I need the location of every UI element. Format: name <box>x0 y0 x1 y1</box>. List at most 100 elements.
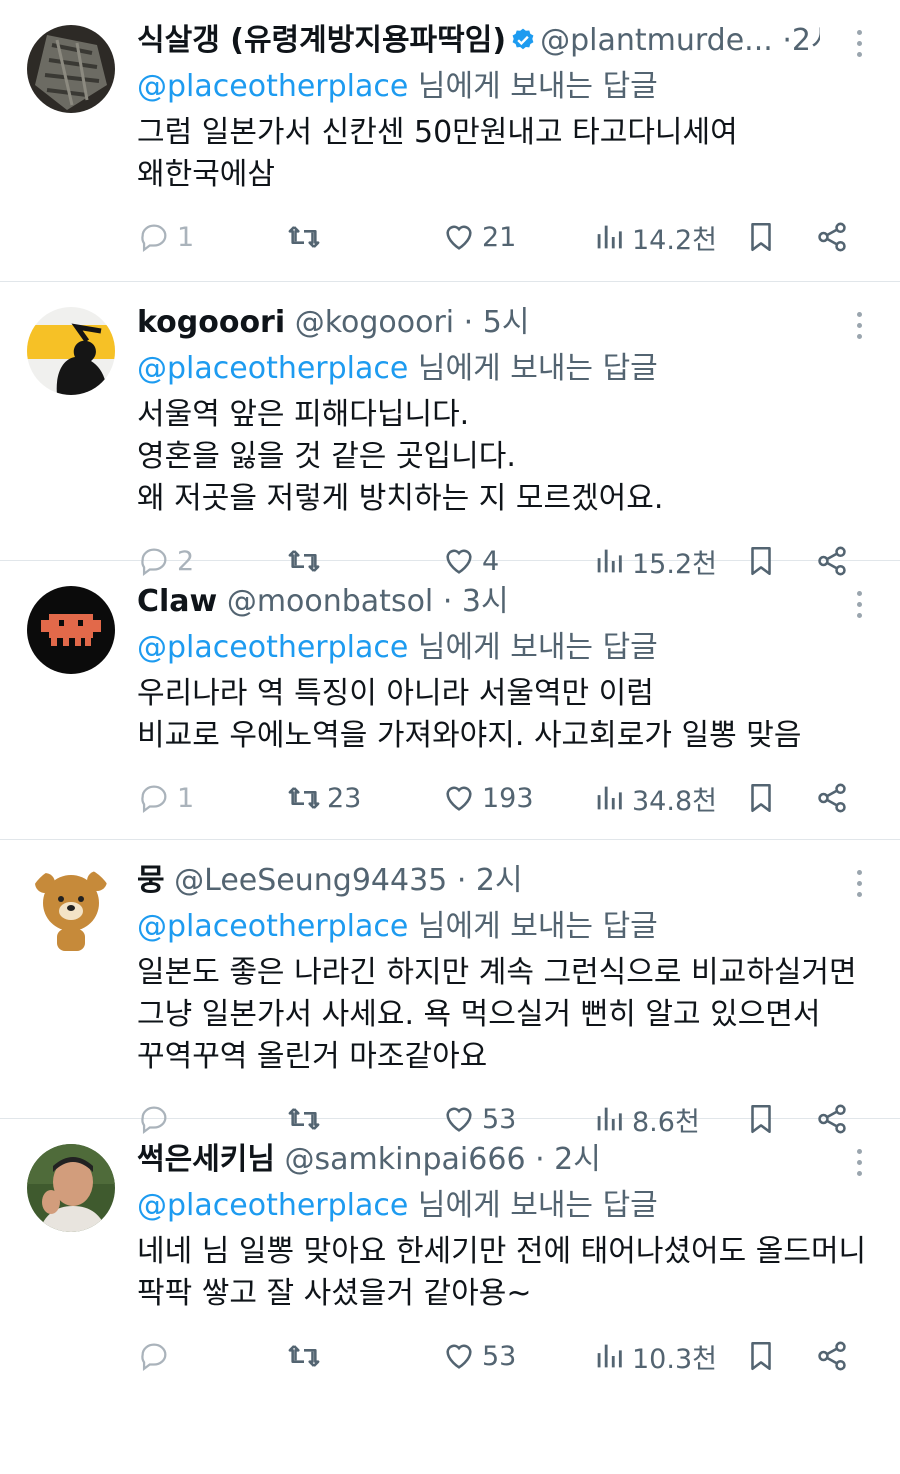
retweet-button[interactable] <box>287 1334 327 1378</box>
replying-to-label: 님에게 보내는 답글 <box>408 69 658 104</box>
like-button[interactable]: 193 <box>442 776 534 820</box>
display-name[interactable]: 식살갱 (유령계방지용파딱임) <box>137 23 506 58</box>
avatar[interactable] <box>27 586 115 674</box>
bookmark-icon <box>751 222 771 252</box>
user-handle[interactable]: @LeeSeung94435 <box>174 863 447 898</box>
avatar[interactable] <box>27 865 115 953</box>
tweet[interactable]: Claw @moonbatsol · 3시 @placeotherplace 님… <box>0 561 900 840</box>
view-count: 34.8천 <box>632 785 717 817</box>
timestamp[interactable]: 5시 <box>483 305 530 340</box>
heart-icon <box>446 1344 472 1369</box>
retweet-button[interactable]: 23 <box>287 776 361 820</box>
views-button[interactable]: 10.3천 <box>592 1334 717 1378</box>
tweet-header: 식살갱 (유령계방지용파딱임) @plantmurde... ·2시 <box>137 20 820 62</box>
bookmark-button[interactable] <box>744 1334 778 1378</box>
retweet-button[interactable] <box>287 215 327 259</box>
avatar[interactable] <box>27 25 115 113</box>
pixel-crab-avatar-icon <box>27 586 115 674</box>
user-handle[interactable]: @kogooori <box>295 305 454 340</box>
user-handle[interactable]: @plantmurde... <box>540 23 773 58</box>
tweet-text-line: 그럼 일본가서 신칸센 50만원내고 타고다니세여 <box>137 115 738 150</box>
heart-icon <box>446 225 472 250</box>
tweet[interactable]: 썩은세키님 @samkinpai666 · 2시 @placeotherplac… <box>0 1119 900 1398</box>
mention-link[interactable]: @placeotherplace <box>137 909 408 944</box>
retweet-icon <box>288 226 320 248</box>
separator-dot: · <box>463 305 474 340</box>
timestamp[interactable]: 2시 <box>792 23 820 58</box>
reply-button[interactable]: 1 <box>137 215 194 259</box>
like-count: 193 <box>482 782 534 814</box>
display-name[interactable]: kogooori <box>137 305 285 340</box>
tweet-text-line: 꾸역꾸역 올린거 마조같아요 <box>137 1039 488 1074</box>
display-name[interactable]: Claw <box>137 584 217 619</box>
mention-link[interactable]: @placeotherplace <box>137 69 408 104</box>
tweet-text: 그럼 일본가서 신칸센 50만원내고 타고다니세여 왜한국에삼 <box>137 112 860 196</box>
man-photo-avatar-icon <box>27 1144 115 1232</box>
timestamp[interactable]: 2시 <box>554 1142 601 1177</box>
reply-icon <box>141 224 167 253</box>
tweet-text: 서울역 앞은 피해다닙니다. 영혼을 잃을 것 같은 곳입니다. 왜 저곳을 저… <box>137 394 860 520</box>
more-options-icon[interactable] <box>854 312 864 342</box>
user-handle[interactable]: @moonbatsol <box>227 584 433 619</box>
retweet-icon <box>288 1345 320 1367</box>
retweet-icon <box>288 787 320 809</box>
tweet-header: 썩은세키님 @samkinpai666 · 2시 <box>137 1139 820 1181</box>
separator-dot: · <box>782 23 792 58</box>
tweet-text: 우리나라 역 특징이 아니라 서울역만 이럼 비교로 우에노역을 가져와야지. … <box>137 673 860 757</box>
mention-link[interactable]: @placeotherplace <box>137 351 408 386</box>
retweet-count: 23 <box>327 782 362 814</box>
bookmark-button[interactable] <box>744 776 778 820</box>
like-button[interactable]: 53 <box>442 1334 516 1378</box>
display-name[interactable]: 뭉 <box>137 863 165 898</box>
display-name[interactable]: 썩은세키님 <box>137 1142 275 1177</box>
share-button[interactable] <box>815 776 849 820</box>
like-count: 53 <box>482 1340 517 1372</box>
reply-button[interactable] <box>137 1334 177 1378</box>
heart-icon <box>446 786 472 811</box>
tweet-text-line: 영혼을 잃을 것 같은 곳입니다. <box>137 439 516 474</box>
timestamp[interactable]: 3시 <box>462 584 509 619</box>
share-button[interactable] <box>815 215 849 259</box>
mention-link[interactable]: @placeotherplace <box>137 1188 408 1223</box>
timestamp[interactable]: 2시 <box>476 863 523 898</box>
mention-link[interactable]: @placeotherplace <box>137 630 408 665</box>
reply-button[interactable]: 1 <box>137 776 194 820</box>
more-options-icon[interactable] <box>854 870 864 900</box>
more-options-icon[interactable] <box>854 591 864 621</box>
tweet-text-line: 일본도 좋은 나라긴 하지만 계속 그런식으로 비교하실거면 <box>137 955 857 990</box>
tweet-text-line: 왜 저곳을 저렇게 방치하는 지 모르겠어요. <box>137 481 664 516</box>
reply-feed: 식살갱 (유령계방지용파딱임)@plantmurde... ·2시 @place… <box>0 0 900 1398</box>
leaf-photo-avatar-icon <box>27 25 115 113</box>
avatar[interactable] <box>27 307 115 395</box>
reply-icon <box>141 1343 167 1372</box>
verified-badge-icon <box>512 28 534 50</box>
more-options-icon[interactable] <box>854 30 864 60</box>
user-handle[interactable]: @samkinpai666 <box>285 1142 526 1177</box>
views-button[interactable]: 14.2천 <box>592 215 717 259</box>
replying-to: @placeotherplace 님에게 보내는 답글 <box>137 627 658 669</box>
tweet-text-line: 네네 님 일뽕 맞아요 한세기만 전에 태어나셨어도 올드머니 <box>137 1234 867 1269</box>
more-options-icon[interactable] <box>854 1149 864 1179</box>
bear-avatar-icon <box>27 865 115 953</box>
tweet-text: 네네 님 일뽕 맞아요 한세기만 전에 태어나셨어도 올드머니 팍팍 쌓고 잘 … <box>137 1231 867 1315</box>
tweet[interactable]: 뭉 @LeeSeung94435 · 2시 @placeotherplace 님… <box>0 840 900 1138</box>
tweet-text-line: 그냥 일본가서 사세요. 욕 먹으실거 뻔히 알고 있으면서 <box>137 997 821 1032</box>
replying-to-label: 님에게 보내는 답글 <box>408 630 658 665</box>
like-button[interactable]: 21 <box>442 215 516 259</box>
like-count: 21 <box>482 221 517 253</box>
views-button[interactable]: 34.8천 <box>592 776 717 820</box>
bookmark-button[interactable] <box>744 215 778 259</box>
action-bar: 53 10.3천 <box>137 1334 860 1378</box>
view-count: 10.3천 <box>632 1343 717 1375</box>
replying-to: @placeotherplace 님에게 보내는 답글 <box>137 906 658 948</box>
share-icon <box>818 1341 846 1371</box>
tweet[interactable]: 식살갱 (유령계방지용파딱임) @plantmurde... ·2시 @place… <box>0 0 900 282</box>
tweet-header: kogooori @kogooori · 5시 <box>137 302 820 344</box>
replying-to: @placeotherplace 님에게 보내는 답글 <box>137 1185 658 1227</box>
separator-dot: · <box>535 1142 545 1177</box>
tweet[interactable]: kogooori @kogooori · 5시 @placeotherplace… <box>0 282 900 580</box>
bookmark-icon <box>751 1341 771 1371</box>
tweet-text-line: 비교로 우에노역을 가져와야지. 사고회로가 일뽕 맞음 <box>137 718 802 753</box>
share-button[interactable] <box>815 1334 849 1378</box>
avatar[interactable] <box>27 1144 115 1232</box>
